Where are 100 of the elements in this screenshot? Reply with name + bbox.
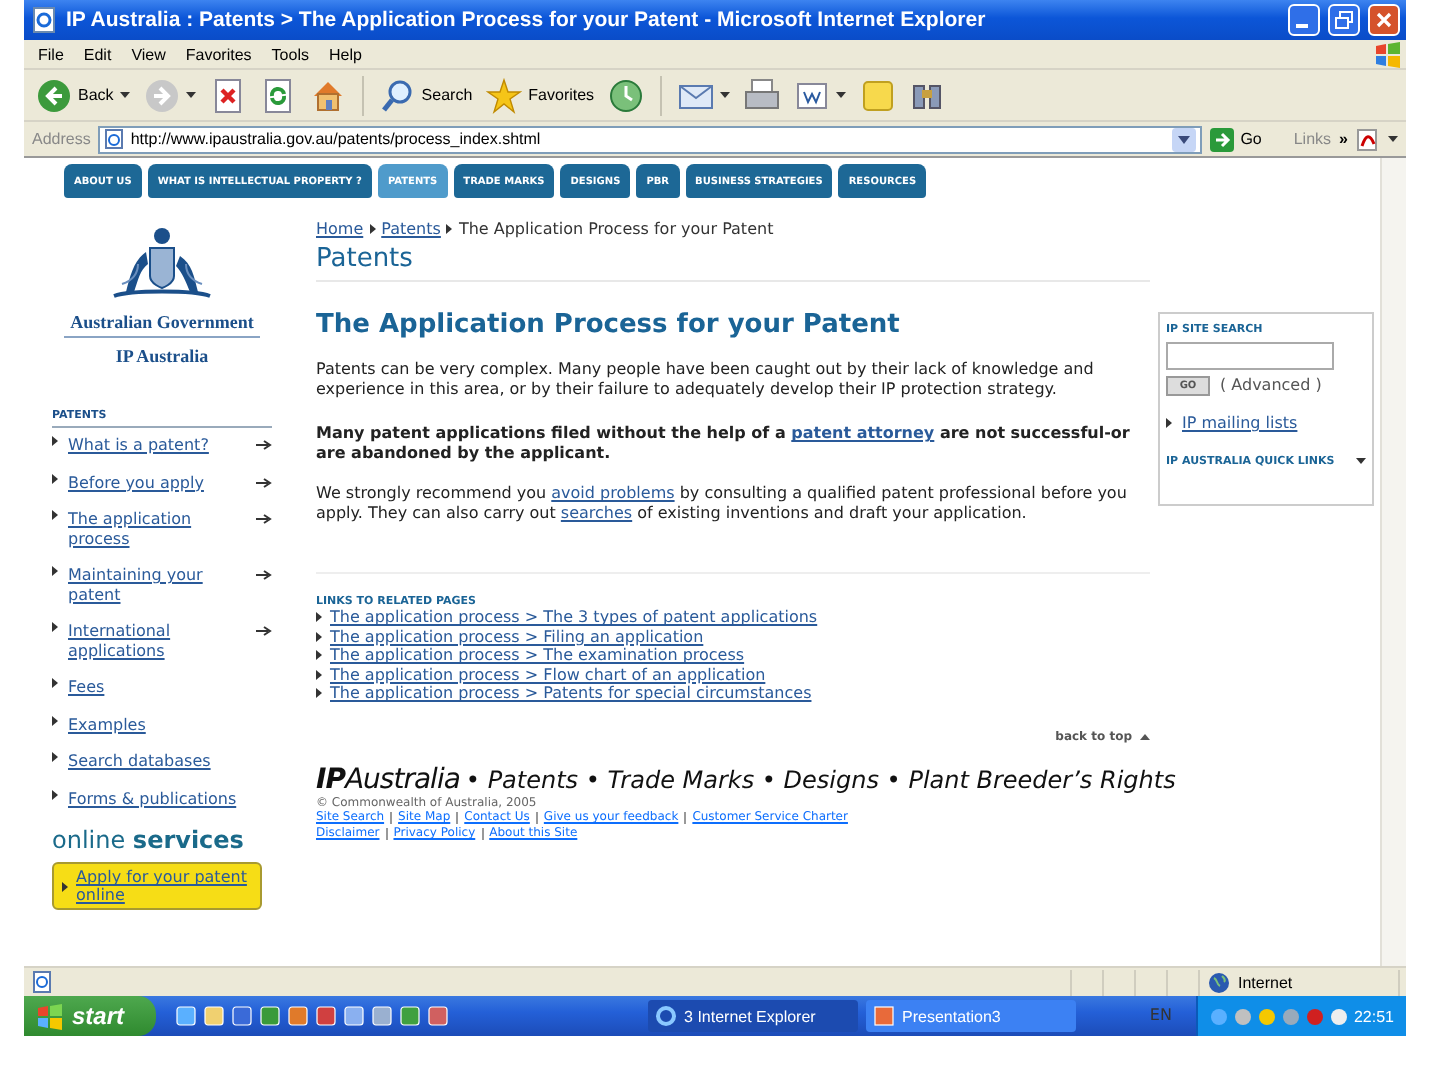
menu-item[interactable]: View <box>121 45 176 63</box>
search-field[interactable] <box>1166 342 1334 370</box>
organisation-name: IP Australia <box>113 346 211 366</box>
tagline: • Patents • Trade Marks • Designs • Plant Breeder’s Rights <box>465 765 1176 794</box>
restore-button[interactable] <box>1328 4 1360 36</box>
separator-icon <box>446 224 453 235</box>
sidebar-link[interactable]: The application process <box>68 510 246 548</box>
sidebar-link[interactable]: Search databases <box>68 752 272 771</box>
page-heading: The Application Process for your Patent <box>316 310 902 341</box>
globe-icon <box>1208 971 1230 993</box>
search-icon <box>379 77 416 113</box>
go-button[interactable]: Go <box>1210 127 1262 151</box>
breadcrumb-link[interactable]: Patents <box>381 220 441 240</box>
close-button[interactable] <box>1368 4 1400 36</box>
related-link[interactable]: The application process > Patents for special circumstances <box>330 684 812 704</box>
menu-item[interactable]: Edit <box>73 45 122 63</box>
sidebar-link[interactable]: What is a patent? <box>68 436 246 455</box>
restore-icon <box>1334 10 1354 30</box>
taskbar-button[interactable]: Presentation3 <box>866 1000 1077 1032</box>
minimize-button[interactable] <box>1288 4 1320 36</box>
online-services-heading: online services <box>52 826 246 855</box>
search-button[interactable]: Search <box>375 73 477 117</box>
sidebar-link[interactable]: Examples <box>68 715 272 734</box>
bullet-icon <box>316 631 322 642</box>
document-icon[interactable] <box>794 77 831 113</box>
security-zone: Internet <box>1238 973 1293 991</box>
back-button[interactable]: Back <box>32 73 134 117</box>
quick-launch-icon[interactable] <box>260 1006 281 1026</box>
menu-item[interactable]: Tools <box>261 45 319 63</box>
start-button[interactable]: start <box>24 996 157 1036</box>
browser-icon <box>656 1006 677 1026</box>
quick-launch-icon[interactable] <box>344 1006 365 1026</box>
quick-launch-icon[interactable] <box>372 1006 393 1026</box>
section-title: Patents <box>316 243 1150 283</box>
caret-icon[interactable] <box>185 92 196 98</box>
advanced-search-link[interactable]: ( Advanced ) <box>1220 376 1322 396</box>
slides-icon <box>874 1006 895 1026</box>
dropdown-icon[interactable] <box>1172 127 1197 151</box>
quick-launch-icon[interactable] <box>428 1006 449 1026</box>
printer-icon[interactable] <box>744 77 781 113</box>
breadcrumb-current: The Application Process for your Patent <box>458 220 774 240</box>
related-link[interactable]: The application process > The examination process <box>330 646 745 666</box>
bullet-icon <box>52 678 58 688</box>
star-icon <box>486 77 523 113</box>
sidebar-link[interactable]: Fees <box>68 678 272 697</box>
bullet-icon <box>316 612 322 623</box>
menu-item[interactable]: File <box>28 45 74 63</box>
breadcrumb-link[interactable]: Home <box>316 220 364 240</box>
taskbar-button[interactable]: 3 Internet Explorer <box>648 1000 859 1032</box>
favorites-button[interactable]: Favorites <box>482 73 599 117</box>
menu-item[interactable]: Favorites <box>175 45 262 63</box>
inline-link[interactable]: patent attorney <box>791 424 935 443</box>
bullet-icon <box>62 881 68 892</box>
sidebar-link[interactable]: Forms & publications <box>68 789 272 808</box>
more-button[interactable]: » <box>1339 130 1348 148</box>
bullet-icon <box>316 688 322 699</box>
paragraph: Many patent applications filed without the help of a patent attorney are not successful-or are abandoned by the applicant. <box>316 424 1132 465</box>
quick-launch-icon[interactable] <box>232 1006 253 1026</box>
caret-icon[interactable] <box>836 92 847 98</box>
document-icon[interactable] <box>1356 127 1380 151</box>
caret-icon[interactable] <box>720 92 731 98</box>
caret-icon[interactable] <box>1356 458 1366 465</box>
related-link[interactable]: The application process > Flow chart of an application <box>330 665 766 685</box>
address-field[interactable]: http://www.ipaustralia.gov.au/patents/process_index.shtml <box>98 125 1203 153</box>
agency-name: Australian Government <box>64 312 260 338</box>
sidebar-link[interactable]: Before you apply <box>68 473 246 492</box>
sidebar-link[interactable]: Maintaining your patent <box>68 566 246 604</box>
paragraph: Patents can be very complex. Many people have been caught out by their lack of knowledge and experience in this area, or by their failure to adequately develop their IP protection strategy. <box>316 360 1096 401</box>
bullet-icon <box>52 715 58 725</box>
bullet-icon <box>52 473 58 483</box>
browser-page-icon <box>30 6 58 34</box>
mailing-lists-link[interactable]: IP mailing lists <box>1182 414 1298 434</box>
menu-item[interactable]: Help <box>318 45 372 63</box>
address-label: Address <box>32 130 91 148</box>
quick-launch-icon[interactable] <box>316 1006 337 1026</box>
quick-launch-icon[interactable] <box>288 1006 309 1026</box>
quick-launch-icon[interactable] <box>176 1006 197 1026</box>
windows-logo <box>36 1002 64 1030</box>
caret-icon[interactable] <box>1388 136 1398 142</box>
related-link[interactable]: The application process > The 3 types of patent applications <box>330 608 818 628</box>
stop-icon[interactable] <box>209 77 246 113</box>
apply-link[interactable]: Apply for your patent online <box>76 868 252 905</box>
refresh-icon[interactable] <box>259 77 296 113</box>
related-link[interactable]: The application process > Filing an application <box>330 627 704 647</box>
caret-icon[interactable] <box>119 92 130 98</box>
window-title: IP Australia : Patents > The Application Process for your Patent - Microsoft Internet Explorer <box>66 8 988 32</box>
scrollbar[interactable] <box>1380 158 1406 966</box>
caret-up-icon <box>1140 733 1150 740</box>
bullet-icon <box>1166 418 1172 429</box>
minimize-icon <box>1296 24 1308 28</box>
quick-launch-icon[interactable] <box>204 1006 225 1026</box>
sidebar-link[interactable]: International applications <box>68 622 246 660</box>
bullet-icon <box>52 752 58 762</box>
inline-link[interactable]: avoid problems <box>551 484 675 503</box>
home-icon[interactable] <box>309 77 346 113</box>
page-icon <box>30 970 54 994</box>
bullet-icon <box>52 436 58 446</box>
inline-link[interactable]: searches <box>560 504 633 523</box>
quick-launch-icon[interactable] <box>400 1006 421 1026</box>
clock-icon[interactable] <box>608 77 645 113</box>
